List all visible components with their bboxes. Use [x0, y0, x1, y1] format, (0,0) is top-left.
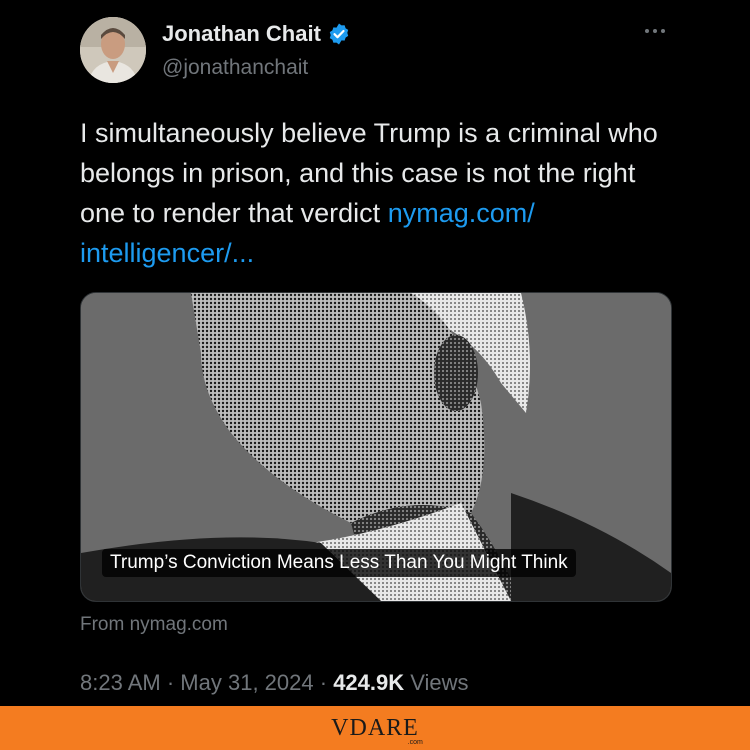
tweet-body: I simultaneously believe Trump is a crim… [80, 118, 658, 228]
verified-badge-icon [329, 23, 349, 45]
tweet-meta: 8:23 AM · May 31, 2024 · 424.9K Views [80, 670, 469, 696]
views-count: 424.9K [333, 670, 405, 695]
author-name-row: Jonathan Chait [162, 21, 351, 47]
tweet-link-part1[interactable]: nymag.com/ [388, 198, 535, 228]
user-photo-icon [80, 17, 146, 83]
author-avatar[interactable] [80, 17, 146, 83]
meta-separator: · [166, 670, 175, 695]
card-source[interactable]: From nymag.com [80, 614, 228, 636]
tweet-time[interactable]: 8:23 AM [80, 670, 161, 695]
tweet-link-part2[interactable]: intelligencer/... [80, 238, 254, 268]
meta-separator: · [319, 670, 328, 695]
link-card[interactable]: Trump’s Conviction Means Less Than You M… [80, 292, 672, 602]
more-dots-icon [645, 29, 649, 33]
tweet[interactable]: Jonathan Chait @jonathanchait I simultan… [0, 0, 750, 706]
author-handle[interactable]: @jonathanchait [162, 56, 308, 80]
vdare-banner: VDARE .com [0, 706, 750, 750]
tweet-date[interactable]: May 31, 2024 [180, 670, 313, 695]
views-label: Views [410, 670, 469, 695]
card-headline[interactable]: Trump’s Conviction Means Less Than You M… [102, 549, 576, 577]
more-options-button[interactable] [640, 22, 670, 40]
brand-sub: .com [407, 738, 423, 746]
author-display-name[interactable]: Jonathan Chait [162, 21, 321, 47]
brand-name: VDARE [331, 714, 419, 741]
tweet-text: I simultaneously believe Trump is a crim… [80, 113, 680, 273]
brand-logo[interactable]: VDARE .com [331, 714, 423, 746]
